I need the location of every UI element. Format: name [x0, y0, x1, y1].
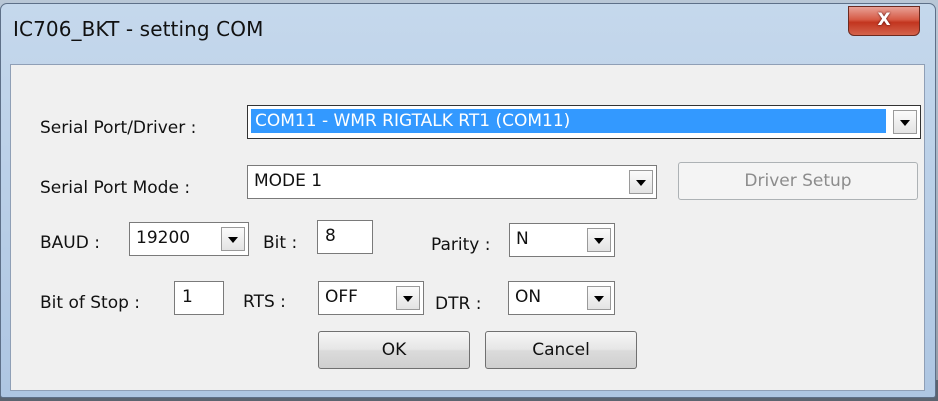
stop-bit-value: 1	[182, 287, 193, 307]
bit-label: Bit :	[263, 233, 298, 253]
window-title: IC706_BKT - setting COM	[13, 17, 264, 41]
parity-select[interactable]: N	[509, 223, 615, 257]
close-button[interactable]: X	[848, 6, 920, 36]
dtr-select[interactable]: ON	[508, 281, 615, 315]
driver-setup-button[interactable]: Driver Setup	[678, 162, 918, 200]
serial-mode-select[interactable]: MODE 1	[247, 165, 657, 199]
baud-value: 19200	[136, 228, 191, 248]
ok-button[interactable]: OK	[318, 331, 470, 369]
stop-bit-field[interactable]: 1	[174, 281, 224, 315]
parity-value: N	[516, 229, 529, 249]
chevron-down-icon[interactable]	[629, 170, 653, 194]
title-bar[interactable]: IC706_BKT - setting COM X	[1, 4, 935, 60]
settings-dialog: IC706_BKT - setting COM X Serial Port/Dr…	[0, 3, 936, 398]
parity-label: Parity :	[431, 235, 491, 255]
baud-select[interactable]: 19200	[129, 222, 249, 256]
rts-value: OFF	[325, 287, 358, 307]
stop-bit-label: Bit of Stop :	[40, 293, 141, 313]
chevron-down-icon[interactable]	[587, 286, 611, 310]
chevron-down-icon[interactable]	[587, 228, 611, 252]
dtr-value: ON	[515, 287, 542, 307]
rts-label: RTS :	[243, 292, 286, 312]
chevron-down-icon[interactable]	[396, 286, 420, 310]
baud-label: BAUD :	[40, 233, 100, 253]
bit-value: 8	[325, 226, 336, 246]
serial-port-select[interactable]: COM11 - WMR RIGTALK RT1 (COM11)	[247, 105, 921, 139]
serial-port-value: COM11 - WMR RIGTALK RT1 (COM11)	[251, 109, 886, 133]
dialog-body: Serial Port/Driver : COM11 - WMR RIGTALK…	[10, 64, 925, 391]
serial-port-label: Serial Port/Driver :	[40, 118, 197, 138]
chevron-down-icon[interactable]	[221, 227, 245, 251]
chevron-down-icon[interactable]	[893, 110, 917, 134]
bit-field[interactable]: 8	[317, 220, 373, 254]
serial-mode-label: Serial Port Mode :	[40, 178, 191, 198]
serial-mode-value: MODE 1	[254, 171, 323, 191]
rts-select[interactable]: OFF	[318, 281, 424, 315]
cancel-button[interactable]: Cancel	[485, 331, 637, 369]
dtr-label: DTR :	[435, 294, 482, 314]
